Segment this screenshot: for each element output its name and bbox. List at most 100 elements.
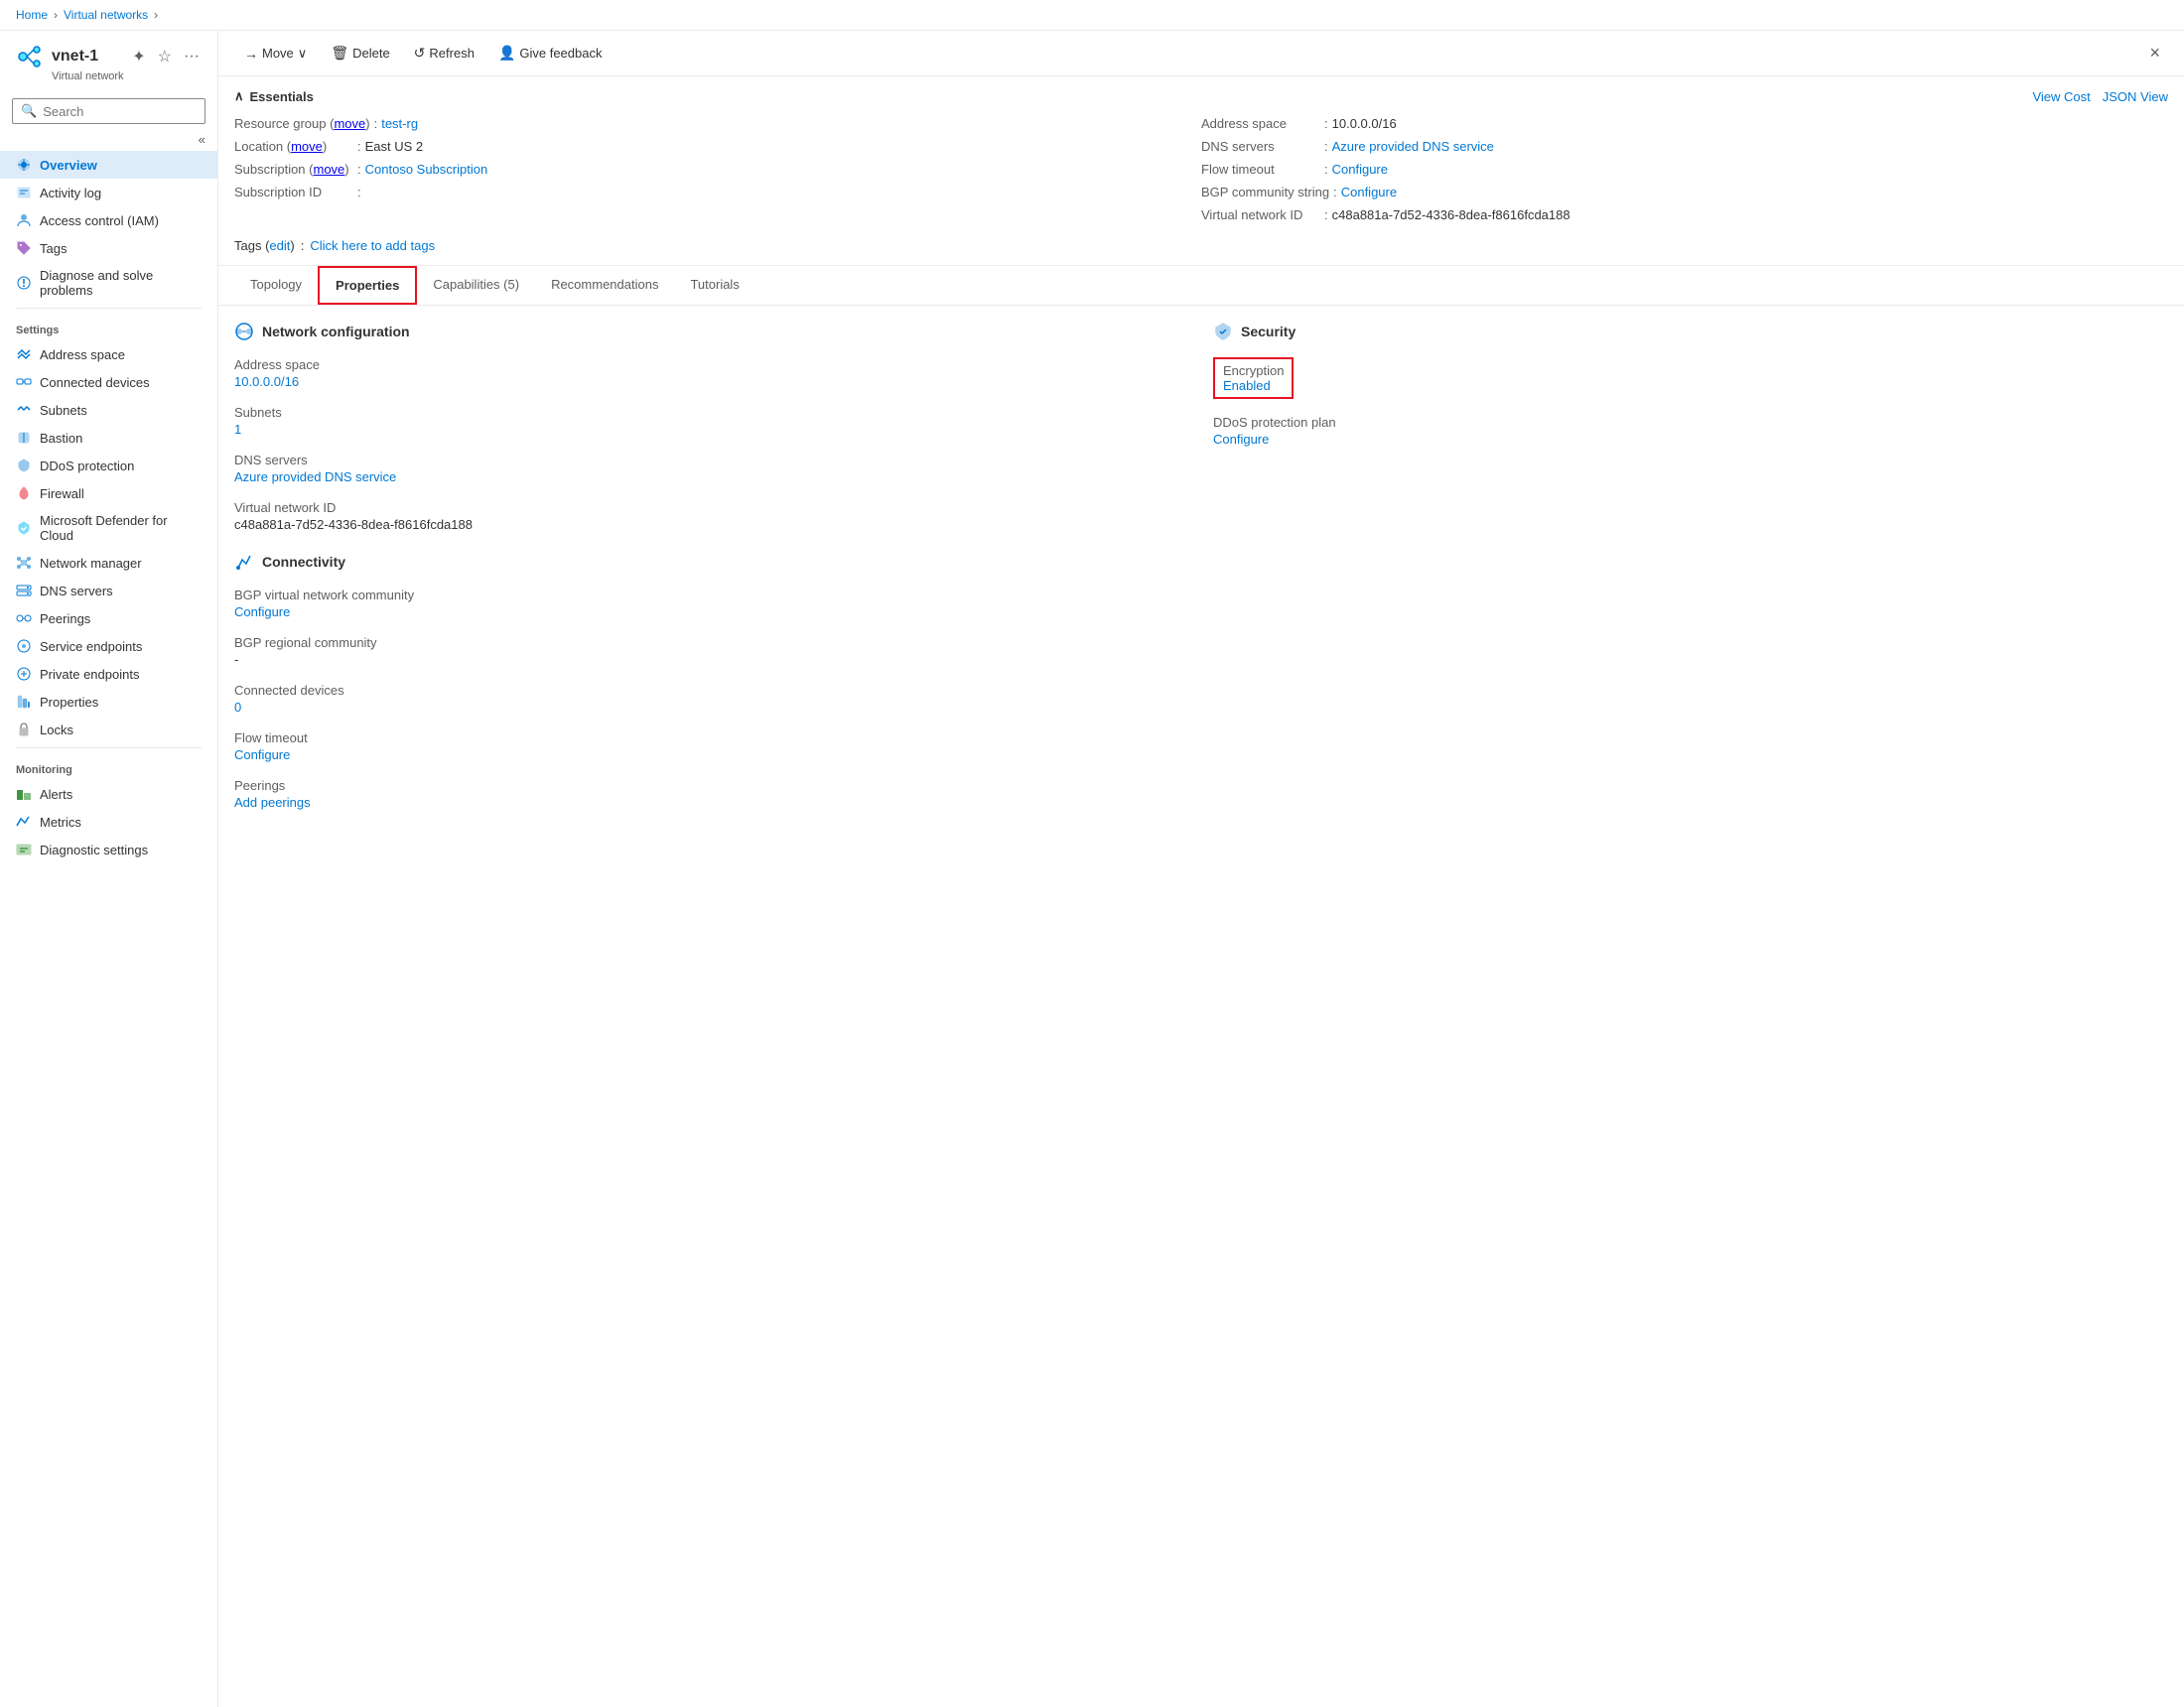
pin-button[interactable]: ✦ [130, 45, 147, 68]
sidebar-item-diagnostic-settings[interactable]: Diagnostic settings [0, 836, 217, 863]
sidebar-item-connected-devices[interactable]: Connected devices [0, 368, 217, 396]
essentials-flow-value: Configure [1332, 162, 1388, 177]
network-config-header: Network configuration [234, 322, 1189, 341]
tab-properties[interactable]: Properties [318, 266, 417, 305]
refresh-button[interactable]: ↺ Refresh [404, 40, 484, 66]
tab-topology[interactable]: Topology [234, 267, 318, 304]
sidebar-item-tags[interactable]: Tags [0, 234, 217, 262]
delete-button[interactable]: 🗑 Delete [321, 40, 399, 66]
dns-servers-row: DNS servers : Azure provided DNS service [1201, 139, 2168, 154]
tags-edit-link[interactable]: edit [269, 238, 290, 253]
tab-capabilities[interactable]: Capabilities (5) [417, 267, 535, 304]
private-endpoints-icon [16, 666, 32, 682]
resource-group-move-link[interactable]: move [334, 116, 365, 131]
sidebar-item-diagnose-label: Diagnose and solve problems [40, 268, 202, 298]
vnet-icon [16, 43, 44, 70]
sidebar-item-private-endpoints[interactable]: Private endpoints [0, 660, 217, 688]
sidebar-item-connected-devices-label: Connected devices [40, 375, 150, 390]
connectivity-title: Connectivity [262, 554, 345, 570]
metrics-icon [16, 814, 32, 830]
essentials-dns-value: Azure provided DNS service [1332, 139, 1494, 154]
tags-add-link[interactable]: Click here to add tags [310, 238, 435, 253]
sidebar-item-dns-servers-label: DNS servers [40, 584, 113, 598]
sidebar-item-metrics[interactable]: Metrics [0, 808, 217, 836]
toolbar: → Move ∨ 🗑 Delete ↺ Refresh 👤 Give feedb… [218, 31, 2184, 76]
breadcrumb-virtual-networks[interactable]: Virtual networks [64, 8, 148, 22]
activity-log-icon [16, 185, 32, 200]
essentials-collapse-icon[interactable]: ∧ [234, 88, 244, 104]
sidebar-item-address-space[interactable]: Address space [0, 340, 217, 368]
prop-peerings-label: Peerings [234, 778, 1189, 793]
delete-icon: 🗑 [331, 45, 348, 62]
sidebar-item-access-control[interactable]: Access control (IAM) [0, 206, 217, 234]
sidebar-item-subnets-label: Subnets [40, 403, 87, 418]
favorite-button[interactable]: ☆ [156, 45, 174, 68]
json-view-link[interactable]: JSON View [2103, 89, 2168, 104]
sidebar: vnet-1 ✦ ☆ ··· Virtual network 🔍 « Overv… [0, 31, 218, 1707]
feedback-button[interactable]: 👤 Give feedback [488, 40, 613, 66]
security-section: Security Encryption Enabled DDoS protect… [1213, 322, 2168, 826]
sidebar-item-firewall[interactable]: Firewall [0, 479, 217, 507]
prop-vnet-id-label: Virtual network ID [234, 500, 1189, 515]
close-button[interactable]: × [2141, 39, 2168, 67]
alerts-icon [16, 786, 32, 802]
security-title: Security [1241, 324, 1296, 339]
more-button[interactable]: ··· [182, 46, 202, 67]
prop-connected-devices-value: 0 [234, 700, 1189, 715]
breadcrumb-home[interactable]: Home [16, 8, 48, 22]
move-chevron-icon: ∨ [298, 46, 308, 62]
sidebar-item-bastion-label: Bastion [40, 431, 82, 446]
diagnose-icon [16, 275, 32, 291]
tab-recommendations[interactable]: Recommendations [535, 267, 674, 304]
sidebar-item-activity-log-label: Activity log [40, 186, 101, 200]
network-config-section: Network configuration Address space 10.0… [234, 322, 1189, 826]
refresh-icon: ↺ [414, 45, 426, 62]
prop-dns-value: Azure provided DNS service [234, 469, 1189, 484]
sidebar-item-ddos-protection[interactable]: DDoS protection [0, 452, 217, 479]
bastion-icon [16, 430, 32, 446]
essentials-address-space-label: Address space [1201, 116, 1320, 131]
move-icon: → [244, 46, 258, 62]
sidebar-item-overview[interactable]: Overview [0, 151, 217, 179]
sidebar-item-peerings[interactable]: Peerings [0, 604, 217, 632]
sidebar-item-locks-label: Locks [40, 722, 73, 737]
tab-tutorials[interactable]: Tutorials [674, 267, 754, 304]
sidebar-item-microsoft-defender[interactable]: Microsoft Defender for Cloud [0, 507, 217, 549]
sidebar-item-metrics-label: Metrics [40, 815, 81, 830]
sidebar-item-dns-servers[interactable]: DNS servers [0, 577, 217, 604]
view-cost-link[interactable]: View Cost [2032, 89, 2090, 104]
sidebar-item-ddos-label: DDoS protection [40, 459, 134, 473]
sidebar-item-properties[interactable]: Properties [0, 688, 217, 716]
service-endpoints-icon [16, 638, 32, 654]
search-input[interactable] [43, 104, 197, 119]
prop-peerings: Peerings Add peerings [234, 778, 1189, 810]
collapse-sidebar-button[interactable]: « [12, 132, 205, 147]
move-button[interactable]: → Move ∨ [234, 41, 317, 66]
sidebar-item-address-space-label: Address space [40, 347, 125, 362]
subscription-move-link[interactable]: move [313, 162, 344, 177]
prop-subnets-label: Subnets [234, 405, 1189, 420]
encryption-value[interactable]: Enabled [1223, 378, 1284, 393]
resource-group-row: Resource group (move) : test-rg [234, 116, 1201, 131]
sidebar-item-alerts[interactable]: Alerts [0, 780, 217, 808]
prop-ddos-plan: DDoS protection plan Configure [1213, 415, 2168, 447]
sidebar-item-tags-label: Tags [40, 241, 67, 256]
sidebar-item-network-manager-label: Network manager [40, 556, 142, 571]
essentials-address-space-value: 10.0.0.0/16 [1332, 116, 1397, 131]
prop-bgp-virtual-label: BGP virtual network community [234, 588, 1189, 602]
tags-row: Tags (edit) : Click here to add tags [234, 230, 2168, 253]
sidebar-item-peerings-label: Peerings [40, 611, 90, 626]
sidebar-item-activity-log[interactable]: Activity log [0, 179, 217, 206]
sidebar-item-service-endpoints[interactable]: Service endpoints [0, 632, 217, 660]
sidebar-item-subnets[interactable]: Subnets [0, 396, 217, 424]
essentials-left-col: Resource group (move) : test-rg Location… [234, 116, 1201, 230]
defender-icon [16, 520, 32, 536]
prop-address-space-label: Address space [234, 357, 1189, 372]
sidebar-item-diagnostic-label: Diagnostic settings [40, 843, 148, 857]
location-move-link[interactable]: move [291, 139, 323, 154]
sidebar-item-bastion[interactable]: Bastion [0, 424, 217, 452]
sidebar-item-diagnose[interactable]: Diagnose and solve problems [0, 262, 217, 304]
sidebar-item-network-manager[interactable]: Network manager [0, 549, 217, 577]
sidebar-item-locks[interactable]: Locks [0, 716, 217, 743]
sidebar-item-defender-label: Microsoft Defender for Cloud [40, 513, 202, 543]
